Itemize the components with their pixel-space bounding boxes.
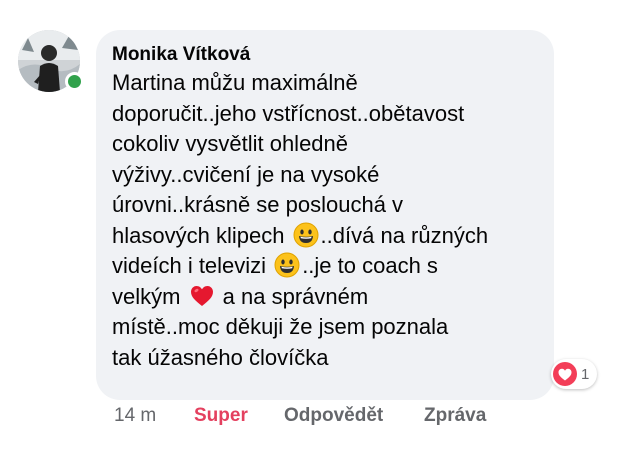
comment-text-segment: velkým bbox=[112, 283, 187, 309]
comment-line: doporučit..jeho vstřícnost..obětavost bbox=[112, 100, 465, 126]
comment-text: Martina můžu maximálně doporučit..jeho v… bbox=[112, 68, 552, 373]
comment-timestamp[interactable]: 14 m bbox=[114, 405, 156, 427]
message-button[interactable]: Zpráva bbox=[424, 405, 486, 427]
comment-line: Martina můžu maximálně bbox=[112, 70, 358, 95]
comment-line: místě..moc děkuji že jsem poznala bbox=[112, 314, 449, 339]
red-heart-icon bbox=[189, 283, 215, 309]
comment-line: hlasových klipech ..dívá na různých bbox=[112, 221, 552, 252]
online-status-indicator bbox=[65, 72, 84, 91]
comment-bubble[interactable]: Monika Vítková Martina můžu maximálně do… bbox=[96, 30, 554, 400]
comment-text-segment: videích i televizi bbox=[112, 253, 273, 278]
comment-line: velkým a na správném bbox=[112, 282, 552, 313]
comment-line: výživy..cvičení je na vysoké bbox=[112, 161, 380, 187]
comment-line: videích i televizi ..je to coach s bbox=[112, 251, 552, 282]
comment-line: cokoliv vysvětlit ohledně bbox=[112, 131, 349, 156]
grinning-face-icon bbox=[293, 222, 319, 248]
grinning-face-icon bbox=[274, 252, 300, 278]
reaction-summary[interactable]: 1 bbox=[551, 359, 598, 389]
reply-button[interactable]: Odpovědět bbox=[284, 405, 383, 427]
reaction-count: 1 bbox=[581, 365, 590, 383]
comment-text-segment: a na správném bbox=[216, 283, 369, 309]
like-button[interactable]: Super bbox=[194, 405, 248, 427]
heart-reaction-icon bbox=[553, 362, 577, 386]
comment-line: úrovni..krásně se poslouchá v bbox=[112, 192, 404, 217]
comment-author-name[interactable]: Monika Vítková bbox=[112, 44, 250, 66]
comment-text-segment: ..je to coach s bbox=[302, 253, 438, 278]
comment-line: tak úžasného človíčka bbox=[112, 344, 329, 370]
comment-thread-item: Monika Vítková Martina můžu maximálně do… bbox=[0, 0, 620, 449]
comment-text-segment: ..dívá na různých bbox=[320, 222, 489, 248]
comment-text-segment: hlasových klipech bbox=[112, 222, 291, 248]
